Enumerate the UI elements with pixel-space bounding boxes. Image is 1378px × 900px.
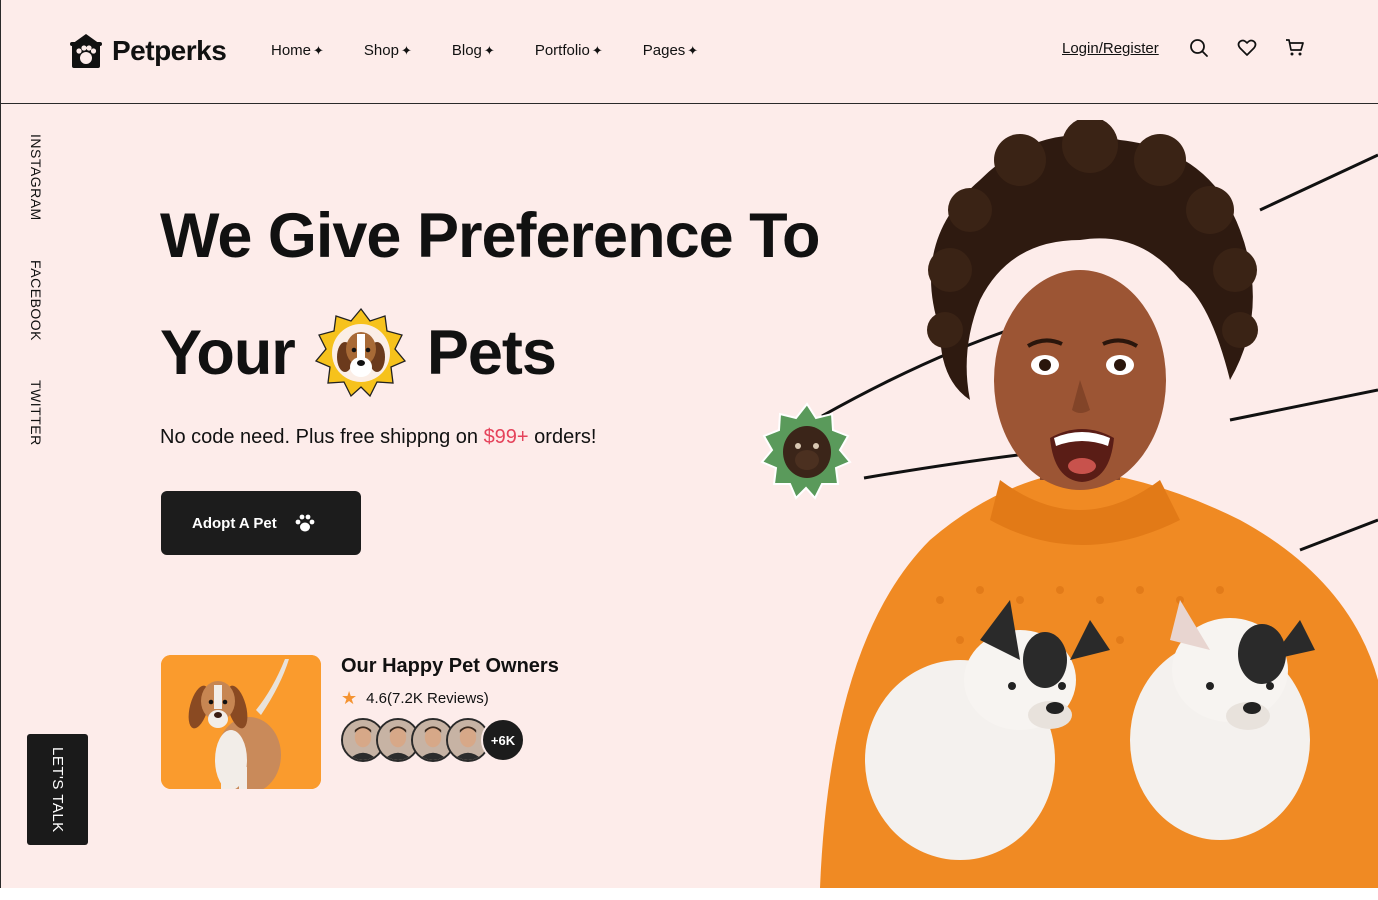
nav-portfolio[interactable]: Portfolio ✦: [535, 42, 603, 59]
instagram-link[interactable]: INSTAGRAM: [28, 134, 44, 221]
more-owners-badge: +6K: [481, 718, 525, 762]
owners-rating: ★ 4.6(7.2K Reviews): [341, 688, 489, 709]
nav-home[interactable]: Home ✦: [271, 42, 324, 59]
nav-pages-label: Pages: [642, 42, 686, 59]
nav-blog[interactable]: Blog ✦: [452, 42, 495, 59]
nav-portfolio-label: Portfolio: [534, 42, 590, 59]
beagle-photo-icon: [161, 655, 321, 789]
twitter-link[interactable]: TWITTER: [28, 380, 44, 446]
header-actions: Login/Register: [1062, 38, 1333, 58]
adopt-button-label: Adopt A Pet: [192, 514, 277, 532]
beagle-badge-icon: [314, 307, 406, 398]
sparkle-icon: ✦: [687, 42, 699, 58]
star-icon: ★: [341, 688, 358, 708]
nav-home-label: Home: [271, 42, 312, 59]
owner-avatars: +6K: [341, 718, 525, 762]
facebook-link[interactable]: FACEBOOK: [28, 260, 44, 341]
main-nav: Home ✦ Shop ✦ Blog ✦ Portfolio ✦ Pages ✦: [271, 42, 698, 59]
lets-talk-label: LET'S TALK: [49, 746, 66, 833]
nav-pages[interactable]: Pages ✦: [643, 42, 698, 59]
subtitle-price: $99+: [483, 426, 529, 448]
hero-word-pets: Pets: [426, 318, 557, 388]
sparkle-icon: ✦: [591, 42, 603, 58]
heart-icon[interactable]: [1237, 38, 1257, 58]
nav-blog-label: Blog: [451, 42, 482, 59]
lets-talk-button[interactable]: LET'S TALK: [27, 734, 88, 845]
hero-woman-with-puppies-image: [760, 120, 1378, 888]
cart-icon[interactable]: [1285, 38, 1305, 58]
login-register-link[interactable]: Login/Register: [1062, 40, 1159, 57]
subtitle-text: No code need. Plus free shippng on: [160, 426, 484, 448]
sparkle-icon: ✦: [313, 42, 324, 58]
nav-shop[interactable]: Shop ✦: [364, 42, 412, 59]
hero-title: We Give Preference To: [160, 201, 820, 271]
paw-icon: [295, 514, 315, 532]
hero-subtitle: No code need. Plus free shippng on $99+ …: [160, 426, 596, 449]
paw-house-logo-icon: [70, 34, 102, 68]
logo[interactable]: Petperks: [68, 32, 227, 70]
subtitle-text-end: orders!: [528, 426, 597, 448]
sparkle-icon: ✦: [483, 42, 495, 58]
search-icon[interactable]: [1189, 38, 1209, 58]
sparkle-icon: ✦: [400, 42, 412, 58]
adopt-a-pet-button[interactable]: Adopt A Pet: [161, 491, 361, 555]
pet-owner-card-image: [161, 655, 321, 789]
bottom-strip: [0, 888, 1378, 900]
logo-text: Petperks: [112, 35, 227, 66]
rating-text: 4.6(7.2K Reviews): [366, 690, 489, 707]
hero-word-your: Your: [160, 318, 296, 388]
nav-shop-label: Shop: [363, 42, 399, 59]
site-header: Petperks Home ✦ Shop ✦ Blog ✦ Portfolio …: [0, 0, 1378, 104]
happy-owners-title: Our Happy Pet Owners: [341, 655, 559, 677]
hero-title-line2: Your Pets: [160, 305, 557, 401]
